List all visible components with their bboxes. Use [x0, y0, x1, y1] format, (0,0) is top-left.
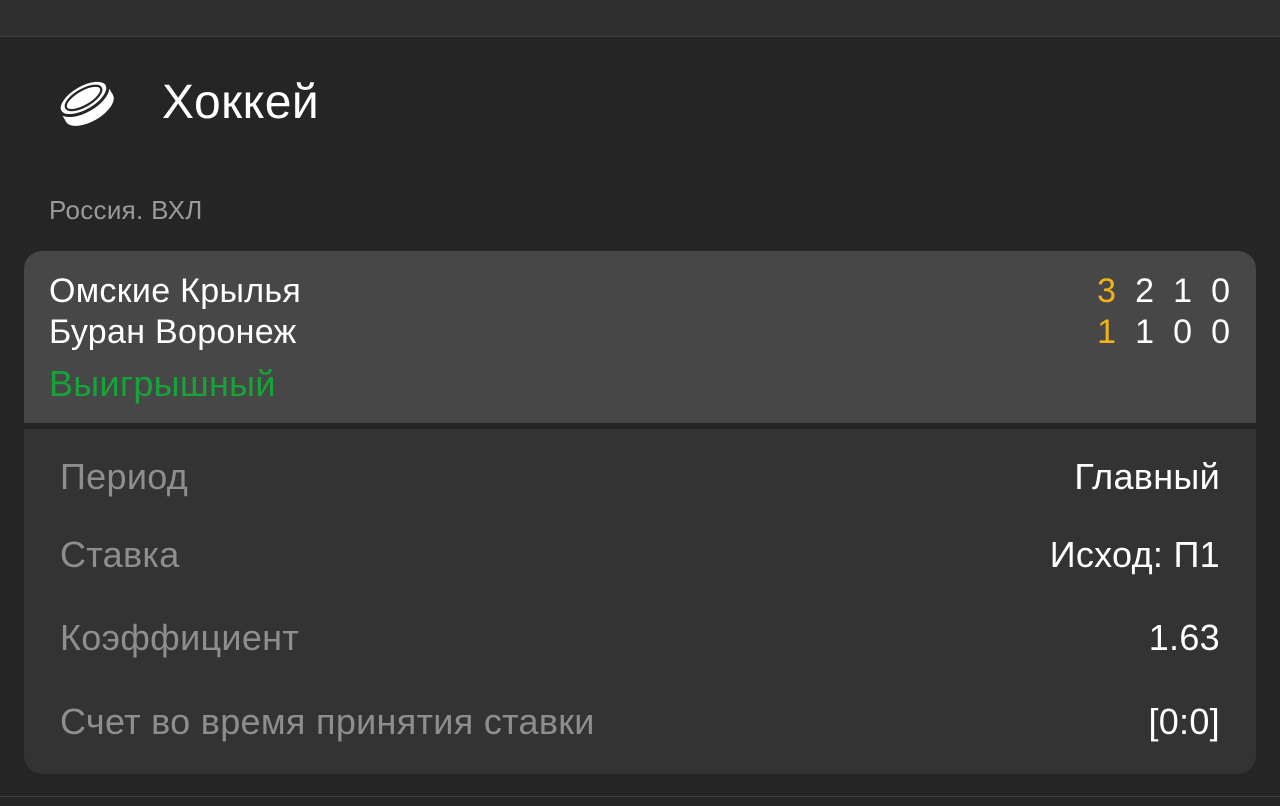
team-home-scores: 3 2 1 0 [1078, 272, 1230, 311]
detail-label: Счет во время принятия ставки [60, 701, 595, 742]
divider [0, 796, 1280, 797]
detail-label: Ставка [60, 534, 180, 575]
match-summary[interactable]: Омские Крылья 3 2 1 0 Буран Воронеж 1 1 … [24, 251, 1256, 423]
detail-row-score-at-bet: Счет во время принятия ставки [0:0] [60, 701, 1220, 751]
detail-label: Коэффициент [60, 617, 300, 658]
score-total: 1 [1097, 313, 1116, 351]
score-period-1: 2 [1135, 272, 1154, 310]
hockey-puck-icon [57, 78, 114, 126]
divider [24, 423, 1256, 429]
score-total: 3 [1097, 272, 1116, 310]
detail-label: Период [60, 456, 189, 497]
team-away-name: Буран Воронеж [49, 313, 297, 351]
detail-value: Главный [1074, 456, 1220, 497]
detail-value: 1.63 [1148, 617, 1220, 658]
bet-card[interactable]: Омские Крылья 3 2 1 0 Буран Воронеж 1 1 … [24, 251, 1256, 774]
sport-header: Хоккей [0, 37, 1280, 177]
top-bar [0, 0, 1280, 37]
score-period-3: 0 [1211, 313, 1230, 351]
score-period-1: 1 [1135, 313, 1154, 351]
team-away-scores: 1 1 0 0 [1078, 313, 1230, 352]
detail-value: [0:0] [1148, 701, 1220, 742]
score-period-2: 1 [1173, 272, 1192, 310]
league-name: Россия. ВХЛ [49, 195, 203, 225]
team-home-name: Омские Крылья [49, 272, 302, 310]
sport-title: Хоккей [162, 76, 320, 129]
detail-row-odds: Коэффициент 1.63 [60, 617, 1220, 667]
score-period-2: 0 [1173, 313, 1192, 351]
detail-row-bet: Ставка Исход: П1 [60, 534, 1220, 584]
detail-row-period: Период Главный [60, 456, 1220, 506]
bet-status: Выигрышный [49, 363, 276, 404]
score-period-3: 0 [1211, 272, 1230, 310]
detail-value: Исход: П1 [1049, 534, 1220, 575]
